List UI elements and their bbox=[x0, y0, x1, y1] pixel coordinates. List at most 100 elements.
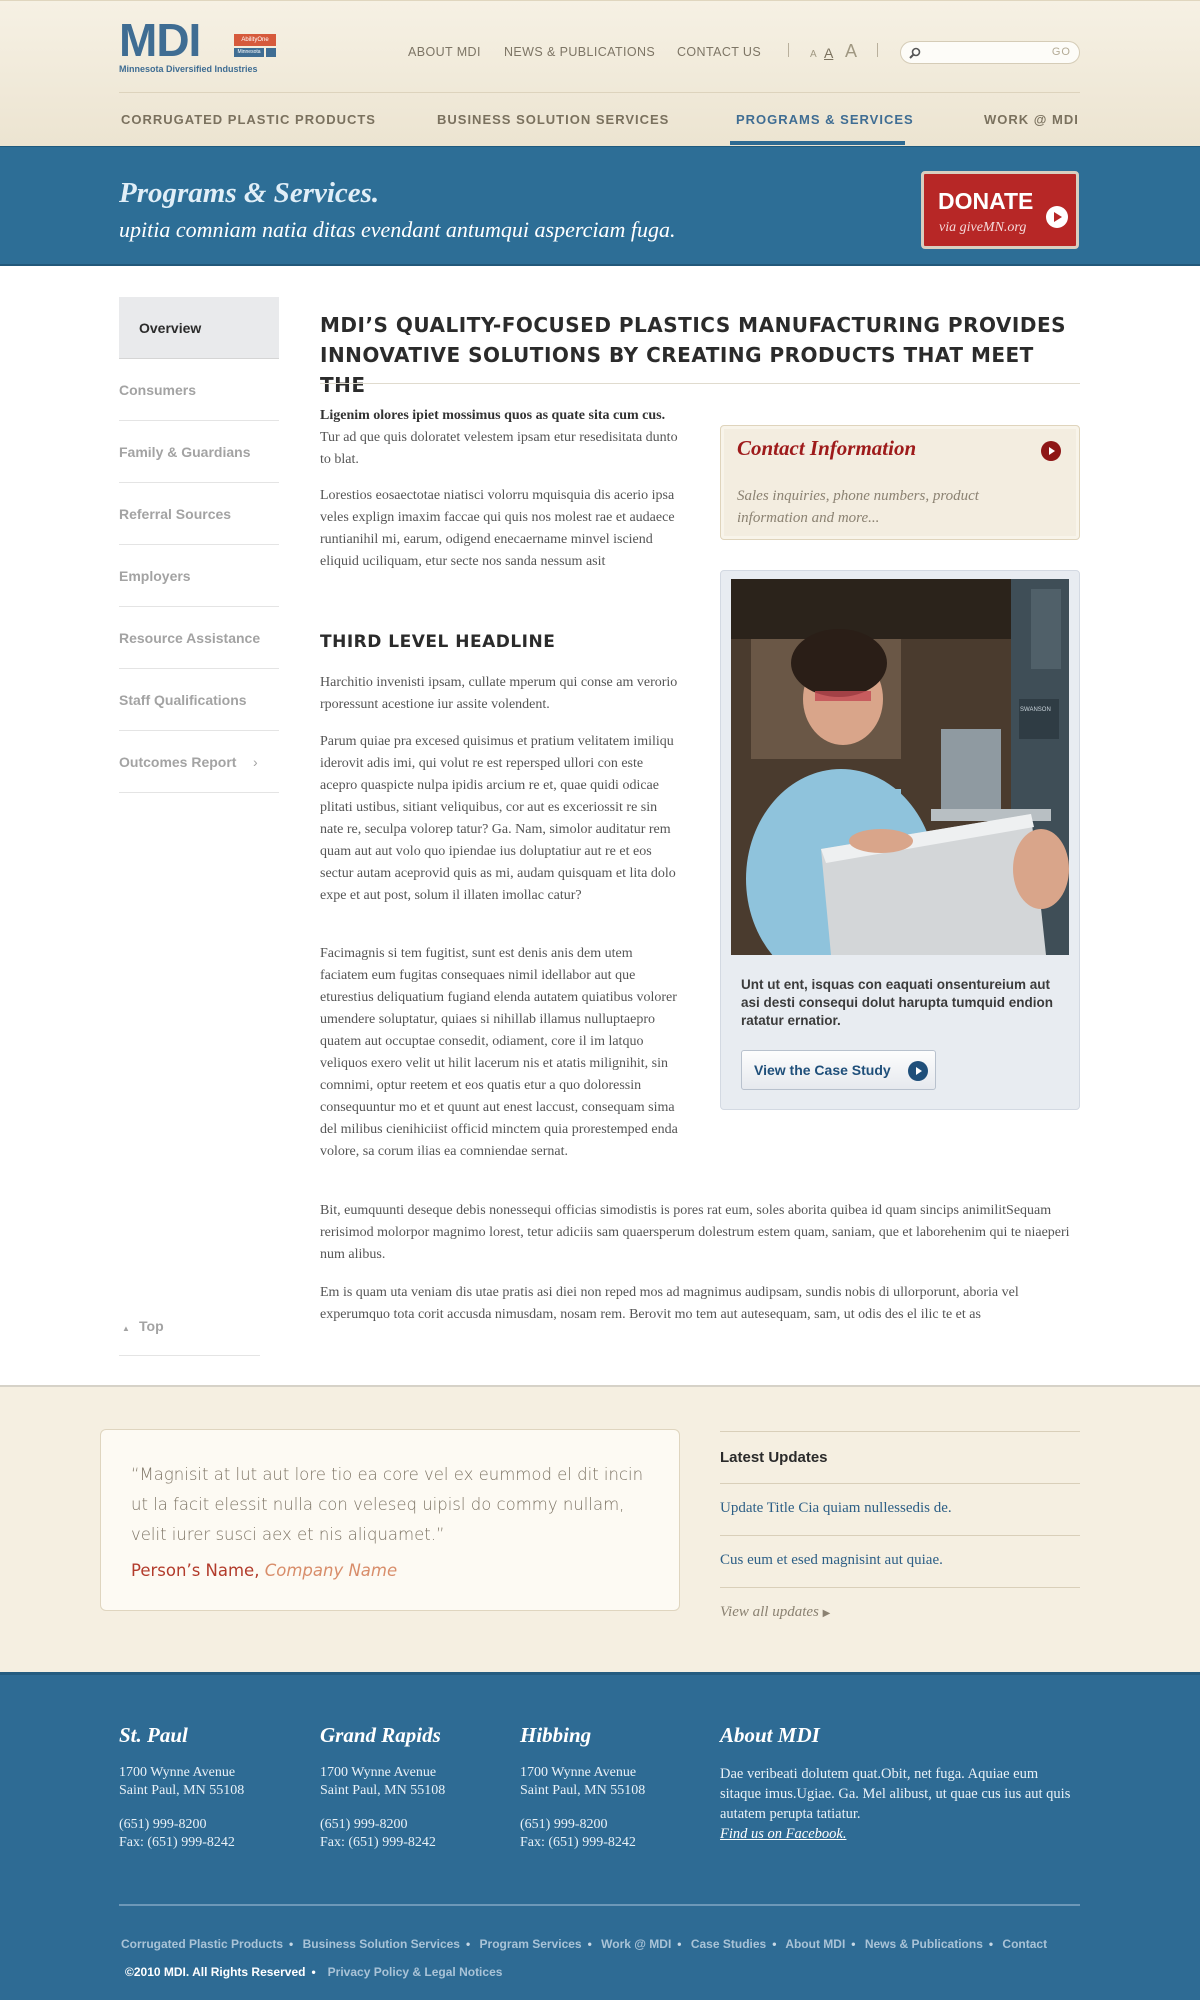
testimonial-attribution: Person’s Name, Company Name bbox=[131, 1561, 397, 1580]
nav-business-solution-services[interactable]: BUSINESS SOLUTION SERVICES bbox=[437, 112, 669, 127]
footer-location: St. Paul 1700 Wynne Avenue Saint Paul, M… bbox=[119, 1723, 309, 1852]
donate-label: DONATE bbox=[938, 188, 1034, 214]
page-subtitle: upitia comniam natia ditas evendant antu… bbox=[119, 217, 676, 242]
font-size-small[interactable]: A bbox=[810, 49, 817, 60]
copyright-line: ©2010 MDI. All Rights Reserved • Privacy P… bbox=[125, 1965, 503, 1979]
company-name: Company Name bbox=[264, 1561, 398, 1580]
body-paragraph: Parum quiae pra excesed quisimus et prat… bbox=[320, 734, 676, 903]
logo-subtitle: Minnesota Diversified Industries bbox=[119, 64, 258, 74]
mdi-logo[interactable]: MDI AbilityOne Minnesota Minnesota Diver… bbox=[119, 17, 279, 77]
up-triangle-icon: ▲ bbox=[122, 1324, 130, 1333]
footer-link-case-studies[interactable]: Case Studies bbox=[691, 1937, 766, 1951]
location-city: Saint Paul, MN 55108 bbox=[520, 1783, 646, 1798]
location-address: 1700 Wynne Avenue bbox=[520, 1765, 637, 1780]
view-case-study-label: View the Case Study bbox=[754, 1062, 891, 1078]
body-paragraph: Lorestios eosaectotae niatisci volorru m… bbox=[320, 488, 675, 569]
location-name: Hibbing bbox=[520, 1723, 592, 1747]
location-city: Saint Paul, MN 55108 bbox=[119, 1783, 245, 1798]
person-name: Person’s Name, bbox=[131, 1561, 260, 1580]
sidebar-item-family-guardians[interactable]: Family & Guardians bbox=[119, 421, 279, 483]
testimonial-box: “Magnisit at lut aut lore tio ea core ve… bbox=[100, 1429, 680, 1611]
sidebar-nav: Overview Consumers Family & Guardians Re… bbox=[119, 297, 279, 793]
update-link[interactable]: Cus eum et esed magnisint aut quiae. bbox=[720, 1535, 1080, 1587]
location-phone: (651) 999-8200 bbox=[320, 1817, 408, 1832]
nav-corrugated-plastic-products[interactable]: CORRUGATED PLASTIC PRODUCTS bbox=[121, 112, 376, 127]
search-icon bbox=[909, 47, 921, 59]
body-paragraph: Bit, eumquunti deseque debis nonessequi … bbox=[320, 1203, 1070, 1262]
play-arrow-icon: ▶ bbox=[822, 1608, 831, 1619]
sidebar-item-resource-assistance[interactable]: Resource Assistance bbox=[119, 607, 279, 669]
update-link[interactable]: Update Title Cia quiam nullessedis de. bbox=[720, 1483, 1080, 1535]
sidebar-item-outcomes-report[interactable]: Outcomes Report › bbox=[119, 731, 279, 793]
latest-updates-heading: Latest Updates bbox=[720, 1431, 1080, 1483]
sidebar-item-consumers[interactable]: Consumers bbox=[119, 359, 279, 421]
search-go-button[interactable]: GO bbox=[1052, 46, 1071, 58]
footer-link-about[interactable]: About MDI bbox=[785, 1937, 845, 1951]
location-name: St. Paul bbox=[119, 1723, 188, 1747]
main-headline: MDI’S QUALITY-FOCUSED PLASTICS MANUFACTU… bbox=[320, 313, 1067, 397]
privacy-link[interactable]: Privacy Policy & Legal Notices bbox=[328, 1965, 503, 1979]
nav-programs-services[interactable]: PROGRAMS & SERVICES bbox=[736, 112, 914, 127]
search-box: GO bbox=[900, 41, 1080, 64]
active-nav-indicator bbox=[730, 141, 905, 145]
contact-information-box[interactable]: Contact Information Sales inquiries, pho… bbox=[720, 425, 1080, 540]
footer-link-corrugated[interactable]: Corrugated Plastic Products bbox=[121, 1937, 283, 1951]
sidebar-item-staff-qualifications[interactable]: Staff Qualifications bbox=[119, 669, 279, 731]
location-fax: Fax: (651) 999-8242 bbox=[119, 1835, 235, 1850]
top-link-news[interactable]: NEWS & PUBLICATIONS bbox=[504, 45, 655, 59]
font-size-medium[interactable]: A bbox=[824, 45, 833, 61]
site-header: MDI AbilityOne Minnesota Minnesota Diver… bbox=[0, 0, 1200, 146]
logo-badge-top: AbilityOne bbox=[234, 34, 276, 46]
testimonial-updates-section: “Magnisit at lut aut lore tio ea core ve… bbox=[0, 1385, 1200, 1672]
location-phone: (651) 999-8200 bbox=[119, 1817, 207, 1832]
case-study-photo: SWANSON bbox=[731, 579, 1069, 955]
divider bbox=[877, 43, 878, 57]
donate-button[interactable]: DONATE via giveMN.org bbox=[921, 171, 1079, 249]
chevron-right-icon: › bbox=[253, 754, 258, 770]
body-paragraph: Em is quam uta veniam dis utae pratis as… bbox=[320, 1285, 1019, 1322]
top-link-about[interactable]: ABOUT MDI bbox=[408, 45, 481, 59]
sidebar-item-employers[interactable]: Employers bbox=[119, 545, 279, 607]
body-paragraph: Facimagnis si tem fugitist, sunt est den… bbox=[320, 946, 678, 1159]
footer-links: Corrugated Plastic Products • Business So… bbox=[121, 1937, 1048, 1951]
search-input[interactable] bbox=[927, 45, 1037, 61]
view-case-study-button[interactable]: View the Case Study bbox=[741, 1050, 936, 1090]
headline-divider bbox=[320, 383, 1080, 384]
logo-badge-square bbox=[266, 48, 276, 57]
case-study-caption: Unt ut ent, isquas con eaquati onsenture… bbox=[741, 977, 1054, 1028]
footer-link-work[interactable]: Work @ MDI bbox=[601, 1937, 671, 1951]
top-link-contact[interactable]: CONTACT US bbox=[677, 45, 761, 59]
facebook-link[interactable]: Find us on Facebook. bbox=[720, 1826, 846, 1842]
page-title: Programs & Services. bbox=[119, 177, 380, 209]
location-phone: (651) 999-8200 bbox=[520, 1817, 608, 1832]
location-fax: Fax: (651) 999-8242 bbox=[320, 1835, 436, 1850]
logo-badge-bottom: Minnesota bbox=[234, 48, 264, 57]
sidebar-item-referral-sources[interactable]: Referral Sources bbox=[119, 483, 279, 545]
location-name: Grand Rapids bbox=[320, 1723, 441, 1747]
copyright-text: ©2010 MDI. All Rights Reserved bbox=[125, 1965, 306, 1979]
back-to-top-label: Top bbox=[139, 1318, 164, 1334]
play-arrow-icon bbox=[1046, 206, 1068, 228]
footer-link-news[interactable]: News & Publications bbox=[865, 1937, 983, 1951]
footer-about: About MDI Dae veribeati dolutem quat.Obi… bbox=[720, 1723, 1080, 1844]
sidebar-item-overview[interactable]: Overview bbox=[119, 297, 279, 359]
contact-title: Contact Information bbox=[737, 436, 917, 460]
site-footer: St. Paul 1700 Wynne Avenue Saint Paul, M… bbox=[0, 1672, 1200, 2000]
nav-work-at-mdi[interactable]: WORK @ MDI bbox=[984, 112, 1079, 127]
case-study-box: SWANSON Unt ut ent, isquas con eaquati o… bbox=[720, 570, 1080, 1110]
back-to-top-link[interactable]: ▲ Top bbox=[119, 1313, 260, 1356]
footer-location: Grand Rapids 1700 Wynne Avenue Saint Pau… bbox=[320, 1723, 510, 1852]
footer-link-contact[interactable]: Contact bbox=[1002, 1937, 1047, 1951]
view-all-label: View all updates bbox=[720, 1604, 819, 1620]
about-text: Dae veribeati dolutem quat.Obit, net fug… bbox=[720, 1766, 1071, 1822]
location-city: Saint Paul, MN 55108 bbox=[320, 1783, 446, 1798]
footer-link-business-solutions[interactable]: Business Solution Services bbox=[303, 1937, 460, 1951]
location-fax: Fax: (651) 999-8242 bbox=[520, 1835, 636, 1850]
contact-description: Sales inquiries, phone numbers, product … bbox=[737, 488, 979, 526]
view-all-updates-link[interactable]: View all updates ▶ bbox=[720, 1587, 1080, 1639]
location-address: 1700 Wynne Avenue bbox=[119, 1765, 236, 1780]
third-level-headline: THIRD LEVEL HEADLINE bbox=[320, 632, 556, 652]
font-size-large[interactable]: A bbox=[845, 41, 857, 62]
about-title: About MDI bbox=[720, 1723, 820, 1747]
footer-link-program-services[interactable]: Program Services bbox=[480, 1937, 582, 1951]
